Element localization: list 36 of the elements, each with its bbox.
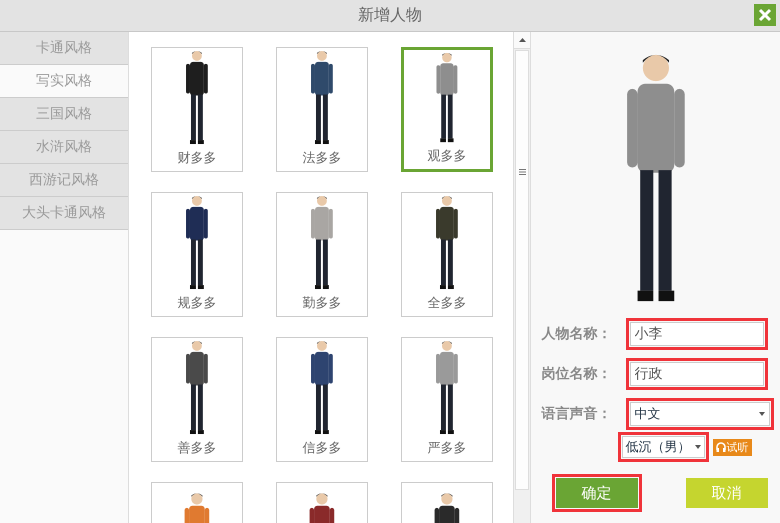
field-label: 人物名称： [542, 325, 612, 343]
window-title: 新增人物 [358, 5, 422, 26]
character-name: 法多多 [302, 150, 342, 167]
scrollbar[interactable] [513, 32, 531, 523]
headphones-icon [716, 442, 726, 452]
character-name: 严多多 [428, 440, 466, 457]
close-icon [758, 8, 772, 22]
input-field[interactable]: 小李 [630, 322, 764, 346]
grip-icon [518, 169, 526, 175]
scroll-thumb[interactable] [515, 50, 529, 490]
character-name: 全多多 [428, 295, 466, 312]
character-card[interactable]: 勤多多 [276, 192, 368, 317]
character-card[interactable]: 信多多 [276, 337, 368, 462]
voice-select[interactable]: 低沉（男） [622, 436, 704, 458]
dropdown-caret-icon [758, 412, 764, 416]
character-name: 规多多 [178, 295, 216, 312]
character-name: 观多多 [428, 148, 466, 165]
character-name: 勤多多 [302, 295, 342, 312]
close-button[interactable] [754, 4, 776, 26]
language-select[interactable]: 中文 [630, 402, 770, 426]
field-label: 岗位名称： [542, 365, 612, 383]
field-label: 语言声音： [542, 405, 612, 423]
confirm-button[interactable]: 确定 [556, 478, 638, 508]
character-card[interactable]: 财多多 [151, 47, 243, 172]
character-card[interactable]: 法多多 [276, 47, 368, 172]
character-card[interactable]: 善多多 [151, 337, 243, 462]
character-name: 善多多 [178, 440, 216, 457]
character-card[interactable]: 观多多 [401, 47, 493, 172]
character-card[interactable]: 全多多 [401, 192, 493, 317]
character-name: 财多多 [178, 150, 216, 167]
character-card[interactable]: 严多多 [401, 337, 493, 462]
up-arrow-icon[interactable] [518, 38, 526, 42]
character-name: 信多多 [302, 440, 342, 457]
dropdown-caret-icon [694, 445, 700, 449]
character-card[interactable]: 规多多 [151, 192, 243, 317]
input-field[interactable]: 行政 [630, 362, 764, 386]
